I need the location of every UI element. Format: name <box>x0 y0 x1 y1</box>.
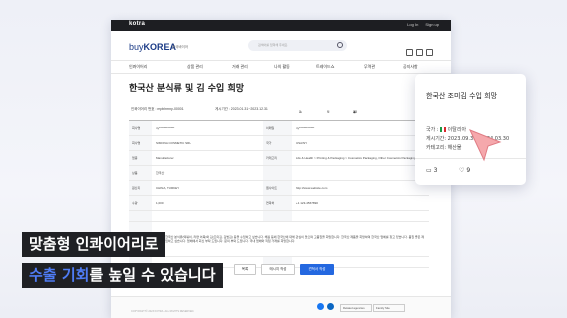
table-value: 저희는 한국산 분식류(떡볶이, 라면 어묵)와 김(조미김, 김밥김) 등을 … <box>156 234 425 244</box>
table-label: 회사명 <box>129 136 152 150</box>
table-value: +1 123-4567890 <box>296 201 318 205</box>
posting-period: 게시기간 : 2023.01.31~2023.12.31 <box>215 107 268 111</box>
nav-offices[interactable]: 무역관 <box>364 64 375 70</box>
table-value: 한국산 <box>156 171 165 175</box>
agencies-select[interactable]: Related agencies <box>340 304 372 312</box>
promo-banner-line2: 수출 기회를 높일 수 있습니다 <box>22 263 223 288</box>
reply-count-value: 3 <box>299 110 301 114</box>
banner-line2-rest: 를 높일 수 있습니다 <box>89 266 216 284</box>
table-label: 회사명 <box>129 121 152 135</box>
table-label: 국가 <box>263 136 292 150</box>
quote-button[interactable]: 견적서 작성 <box>300 264 334 275</box>
table-row: 회사명 ny************* 이메일 ny************* <box>129 121 429 136</box>
card-category: 카테고리: 해산물 <box>426 145 462 151</box>
buykorea-logo[interactable]: buyKOREA <box>129 42 176 52</box>
signup-link[interactable]: Sign up <box>425 22 439 27</box>
heart-icon: ♡ <box>459 167 465 174</box>
table-row: 수량 1,000 연락처 +1 123-4567890 <box>129 196 429 211</box>
card-likes[interactable]: ♡ 9 <box>459 167 470 174</box>
italy-flag-icon <box>440 127 447 132</box>
nav-trades[interactable]: 거래 관리 <box>232 64 248 70</box>
table-label <box>263 211 292 221</box>
message-icon[interactable] <box>416 49 423 56</box>
like-count-value: 9 <box>327 110 329 114</box>
card-title: 한국산 조미김 수입 희망 <box>426 92 498 100</box>
table-value <box>293 166 428 180</box>
page-title: 한국산 분식류 및 김 수입 희망 <box>129 84 245 94</box>
table-value: ny************* <box>296 126 315 130</box>
table-value: http://www.website.com <box>296 186 328 190</box>
table-row: 회사명 SIMONA COSMETIC SRL 국가 USA/NY <box>129 136 429 151</box>
table-value: Life & Health > Printing & Packaging > C… <box>296 156 416 160</box>
table-row: 인콰이어리 내용저희는 한국산 분식류(떡볶이, 라면 어묵)와 김(조미김, … <box>129 222 429 257</box>
view-count-value: 23 <box>353 110 357 114</box>
inquiry-meta: 인콰이어리 번호 : mpbhmny-00001 게시기간 : 2023.01.… <box>129 104 429 116</box>
table-label: 원산지 <box>129 181 152 195</box>
nav-tradeshow[interactable]: 트레이드쇼 <box>316 64 334 70</box>
table-label: 상품 <box>129 166 152 180</box>
bell-icon[interactable] <box>406 49 413 56</box>
search-placeholder: 검색어를 입력해 주세요. <box>258 43 289 47</box>
logo-light: buy <box>129 42 144 52</box>
nav-products[interactable]: 상품 관리 <box>187 64 203 70</box>
table-label: 웹사이트 <box>263 181 292 195</box>
message-button[interactable]: 메시지 작성 <box>261 264 295 275</box>
table-value: ny************* <box>156 126 175 130</box>
nav-inquiry[interactable]: 인콰이어리 <box>129 64 147 70</box>
table-value <box>293 211 428 221</box>
linkedin-icon[interactable] <box>327 303 334 310</box>
search-bar[interactable]: 검색어를 입력해 주세요. <box>248 40 347 51</box>
table-value: CHINA, TURKEY <box>156 186 180 190</box>
table-label: 수량 <box>129 196 152 210</box>
card-likes-value: 9 <box>466 167 471 174</box>
copyright: COPYRIGHT© 2023 KOTRA. ALL RIGHTS RESERV… <box>131 310 195 313</box>
account-links: Log In Sign up <box>401 22 439 27</box>
inquiry-id: 인콰이어리 번호 : mpbhmny-00001 <box>131 107 184 111</box>
table-row: 업종 Manufacturer 카테고리 Life & Health > Printi… <box>129 151 429 166</box>
table-label: 이메일 <box>263 121 292 135</box>
country-label: 국가 : <box>426 127 439 133</box>
top-bar: kotra Log In Sign up <box>111 20 451 31</box>
card-replies-value: 3 <box>433 167 438 174</box>
nav-activity[interactable]: 나의 활동 <box>274 64 290 70</box>
facebook-icon[interactable] <box>317 303 324 310</box>
search-icon[interactable] <box>337 42 343 48</box>
site-footer: Related agencies Family Site COPYRIGHT© … <box>111 296 451 318</box>
table-label <box>263 166 292 180</box>
login-link[interactable]: Log In <box>407 22 418 27</box>
card-replies: ▭ 3 <box>426 167 437 174</box>
header-icons <box>403 41 433 60</box>
table-label: 연락처 <box>263 196 292 210</box>
comment-icon: ▭ <box>426 167 432 174</box>
table-value: SIMONA COSMETIC SRL <box>156 141 192 145</box>
table-label: 카테고리 <box>263 151 292 165</box>
banner-line1: 맞춤형 인콰이어리로 <box>29 235 159 253</box>
pointer-cursor-icon <box>469 129 502 162</box>
table-value: USA/NY <box>296 141 308 145</box>
table-value: 1,000 <box>156 201 164 205</box>
banner-highlight: 수출 기회 <box>29 266 90 284</box>
table-value <box>153 211 262 221</box>
promo-banner-line1: 맞춤형 인콰이어리로 <box>22 232 166 257</box>
globe-icon[interactable] <box>426 49 433 56</box>
logo-subtitle: 한국바이어 <box>172 45 189 49</box>
table-label <box>129 211 152 221</box>
kotra-logo[interactable]: kotra <box>129 21 145 27</box>
family-site-select[interactable]: Family Site <box>373 304 405 312</box>
table-row: 상품 한국산 <box>129 166 429 181</box>
table-value: Manufacturer <box>156 156 174 160</box>
country-value: 이탈리아 <box>447 127 467 133</box>
list-button[interactable]: 목록 <box>234 264 256 275</box>
table-label: 업종 <box>129 151 152 165</box>
inquiry-detail-table: 회사명 ny************* 이메일 ny************* 회사명 S… <box>129 120 429 268</box>
table-row <box>129 211 429 222</box>
card-country: 국가 : 이탈리아 <box>426 126 466 133</box>
table-row: 원산지 CHINA, TURKEY 웹사이트 http://www.website.c… <box>129 181 429 196</box>
nav-notices[interactable]: 공지사항 <box>403 64 418 70</box>
main-nav: 인콰이어리 상품 관리 거래 관리 나의 활동 트레이드쇼 무역관 공지사항 <box>111 60 451 74</box>
